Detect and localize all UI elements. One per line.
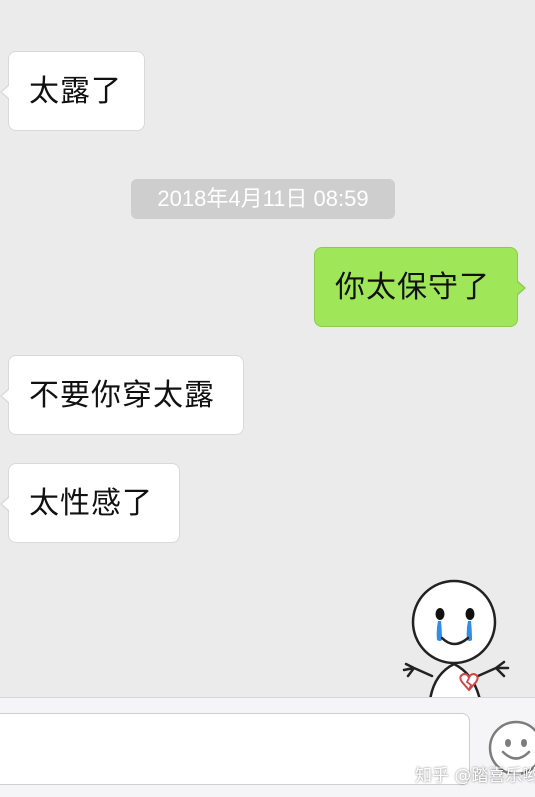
incoming-message-bubble[interactable]: 太露了 bbox=[0, 51, 145, 131]
crying-sticker-icon[interactable] bbox=[392, 578, 524, 697]
chat-message-list[interactable]: 太露了 2018年4月11日 08:59 你太保守了 不要你穿太露 太性感了 bbox=[0, 0, 535, 697]
message-input-bar: 知乎 @踏喜乐哟 bbox=[0, 697, 535, 797]
incoming-message-bubble[interactable]: 不要你穿太露 bbox=[0, 355, 244, 435]
outgoing-message-bubble[interactable]: 你太保守了 bbox=[314, 247, 526, 327]
message-timestamp: 2018年4月11日 08:59 bbox=[131, 179, 395, 219]
watermark-text: 知乎 @踏喜乐哟 bbox=[415, 766, 535, 786]
incoming-message-bubble[interactable]: 太性感了 bbox=[0, 463, 180, 543]
message-text-input[interactable] bbox=[0, 713, 470, 785]
